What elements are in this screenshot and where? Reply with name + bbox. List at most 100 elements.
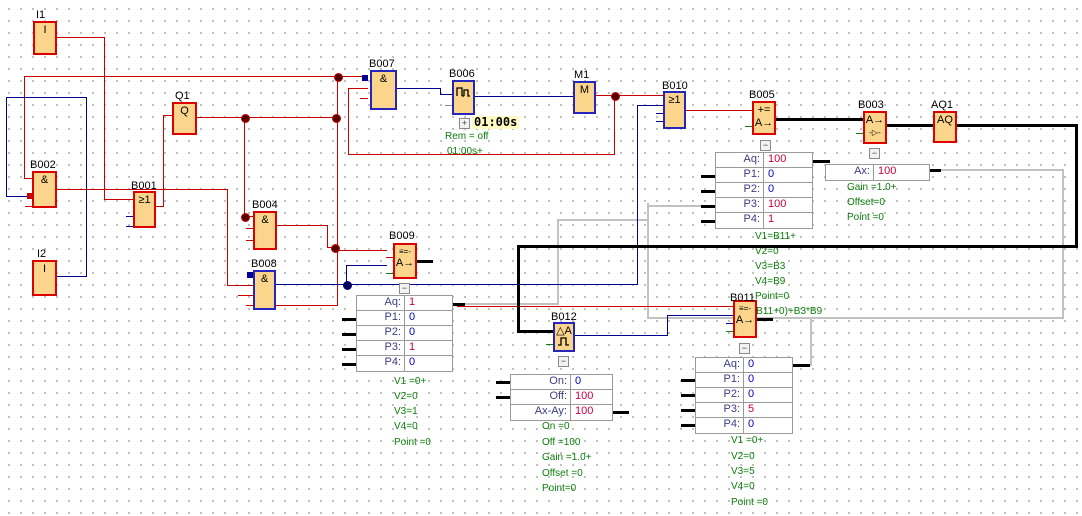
wire-blue[interactable] xyxy=(637,105,664,106)
wire-black[interactable] xyxy=(757,318,773,321)
param-row[interactable]: Aq:1 xyxy=(357,296,452,311)
wire-blue[interactable] xyxy=(346,265,387,266)
param-value[interactable]: 1 xyxy=(764,213,774,228)
wire-red[interactable] xyxy=(457,306,734,307)
wire-gray[interactable] xyxy=(1062,169,1064,319)
block-B008[interactable]: & xyxy=(253,270,276,310)
expand-icon[interactable]: + xyxy=(459,118,470,129)
wire-blue[interactable] xyxy=(275,284,638,285)
wire-red[interactable] xyxy=(197,117,338,118)
wire-gray[interactable] xyxy=(557,219,649,221)
param-table-B011-params[interactable]: Aq:0P1:0P2:0P3:5P4:0 xyxy=(695,357,793,434)
block-B011[interactable]: ≡=-A→ xyxy=(733,300,757,338)
param-value[interactable]: 100 xyxy=(764,153,786,167)
wire-blue[interactable] xyxy=(475,96,574,97)
param-table-B009-params[interactable]: Aq:1P1:0P2:0P3:1P4:0 xyxy=(356,295,453,372)
wire-red[interactable] xyxy=(238,285,254,286)
wire-blue[interactable] xyxy=(397,88,441,89)
param-table-B005-params[interactable]: Aq:100P1:0P2:0P3:100P4:1 xyxy=(715,152,813,229)
param-row[interactable]: Ax:100 xyxy=(826,165,929,180)
collapse-icon-B011[interactable]: − xyxy=(739,343,750,354)
wire-blue[interactable] xyxy=(6,196,29,197)
wire-black[interactable] xyxy=(453,303,465,306)
param-value[interactable]: 0 xyxy=(744,373,754,387)
wire-red[interactable] xyxy=(104,199,134,200)
wire-red[interactable] xyxy=(57,37,105,38)
param-table-B012-params[interactable]: On:0Off:100Ax-Ay:100 xyxy=(510,374,613,421)
param-row[interactable]: P3:100 xyxy=(716,198,812,213)
block-B010[interactable]: ≥1 xyxy=(663,91,686,129)
collapse-icon-B012[interactable]: − xyxy=(558,356,569,367)
wire-red[interactable] xyxy=(327,225,328,248)
wire-black[interactable] xyxy=(813,160,830,163)
wire-black[interactable] xyxy=(887,124,936,127)
wire-blue[interactable] xyxy=(86,97,87,277)
wire-red[interactable] xyxy=(104,37,105,200)
fbd-canvas[interactable]: Rem = off01:00s+V1=B11+V2=0V3=B3V4=B9Poi… xyxy=(0,0,1082,516)
wire-black[interactable] xyxy=(957,124,1078,127)
block-I1[interactable]: I xyxy=(33,21,57,55)
param-value[interactable]: 5 xyxy=(744,403,754,417)
block-Q1[interactable]: Q xyxy=(172,102,197,135)
param-row[interactable]: P2:0 xyxy=(716,183,812,198)
wire-blue[interactable] xyxy=(6,97,87,98)
wire-red[interactable] xyxy=(244,117,245,217)
param-row[interactable]: Off:100 xyxy=(511,390,612,405)
param-value[interactable]: 100 xyxy=(874,165,896,180)
wire-gray[interactable] xyxy=(460,303,559,305)
wire-red[interactable] xyxy=(348,88,368,89)
param-value[interactable]: 100 xyxy=(571,405,593,420)
param-value[interactable]: 0 xyxy=(744,388,754,402)
wire-red[interactable] xyxy=(337,250,387,251)
param-value[interactable]: 0 xyxy=(405,356,415,371)
wire-red[interactable] xyxy=(227,189,228,286)
wire-gray[interactable] xyxy=(810,317,812,366)
param-row[interactable]: P2:0 xyxy=(696,388,792,403)
block-B006[interactable] xyxy=(452,80,475,115)
wire-blue[interactable] xyxy=(6,97,7,197)
block-B005[interactable]: +=A→ xyxy=(752,101,776,135)
param-table-B003-params[interactable]: Ax:100 xyxy=(825,164,930,181)
timer-value-badge[interactable]: 01:00s xyxy=(472,116,519,129)
wire-red[interactable] xyxy=(360,98,368,99)
block-M1[interactable]: M xyxy=(573,81,596,114)
param-row[interactable]: Aq:100 xyxy=(716,153,812,168)
wire-black[interactable] xyxy=(417,260,433,263)
block-B001[interactable]: ≥1 xyxy=(133,191,156,228)
wire-blue[interactable] xyxy=(57,276,87,277)
param-value[interactable]: 0 xyxy=(744,358,754,372)
wire-black[interactable] xyxy=(793,364,810,367)
block-B009[interactable]: ≡=-A→ xyxy=(393,243,417,279)
param-row[interactable]: Aq:0 xyxy=(696,358,792,373)
wire-black[interactable] xyxy=(613,411,629,414)
wire-black[interactable] xyxy=(930,169,941,172)
wire-red[interactable] xyxy=(24,76,363,77)
wire-blue[interactable] xyxy=(667,315,668,336)
block-AQ1[interactable]: AQ xyxy=(933,111,957,143)
param-value[interactable]: 0 xyxy=(764,168,774,182)
param-row[interactable]: P4:0 xyxy=(696,418,792,433)
wire-red[interactable] xyxy=(686,110,753,111)
param-row[interactable]: P4:0 xyxy=(357,356,452,371)
block-B002[interactable]: & xyxy=(32,171,57,208)
wire-black[interactable] xyxy=(1075,124,1078,248)
param-row[interactable]: P2:0 xyxy=(357,326,452,341)
param-value[interactable]: 1 xyxy=(405,296,415,310)
wire-gray[interactable] xyxy=(647,203,649,319)
param-value[interactable]: 0 xyxy=(764,183,774,197)
block-B007[interactable]: & xyxy=(370,70,397,110)
wire-red[interactable] xyxy=(163,115,164,207)
collapse-icon-B009[interactable]: − xyxy=(399,283,410,294)
wire-gray[interactable] xyxy=(647,317,1064,319)
wire-black[interactable] xyxy=(776,118,866,121)
param-row[interactable]: P3:5 xyxy=(696,403,792,418)
param-row[interactable]: P4:1 xyxy=(716,213,812,228)
param-row[interactable]: P1:0 xyxy=(696,373,792,388)
wire-black[interactable] xyxy=(517,330,556,333)
wire-red[interactable] xyxy=(238,295,254,296)
param-row[interactable]: P1:0 xyxy=(716,168,812,183)
wire-red[interactable] xyxy=(614,95,615,155)
collapse-icon-B005[interactable]: − xyxy=(760,140,771,151)
wire-black[interactable] xyxy=(517,245,1078,248)
wire-gray[interactable] xyxy=(557,219,559,305)
